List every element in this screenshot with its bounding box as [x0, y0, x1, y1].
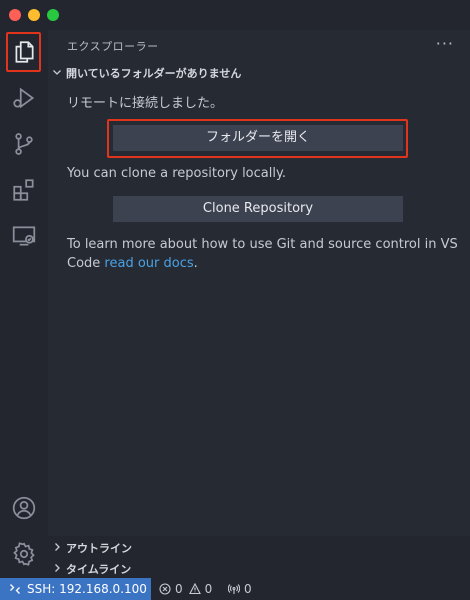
status-bar: SSH: 192.168.0.100 0 0 0 — [0, 578, 470, 600]
chevron-right-icon — [55, 543, 60, 551]
remote-indicator[interactable]: SSH: 192.168.0.100 — [0, 578, 151, 600]
problems-indicator[interactable]: 0 0 — [159, 582, 212, 596]
activity-extensions[interactable] — [0, 168, 48, 212]
remote-connection-icon — [10, 584, 20, 594]
clone-repository-button[interactable]: Clone Repository — [113, 196, 403, 222]
activity-bar — [0, 30, 48, 578]
learn-more-line-1: To learn more about how to use Git and s… — [67, 237, 458, 252]
chevron-right-icon — [55, 564, 60, 572]
account-icon — [12, 496, 36, 520]
remote-label: SSH: 192.168.0.100 — [27, 582, 147, 596]
remote-explorer-icon — [12, 226, 36, 246]
extensions-icon — [13, 179, 34, 201]
no-folder-section-header[interactable]: 開いているフォルダーがありません — [48, 62, 470, 82]
gear-icon — [13, 542, 35, 566]
activity-run-debug[interactable] — [0, 76, 48, 120]
clone-message: You can clone a repository locally. — [67, 166, 286, 181]
open-folder-button[interactable]: フォルダーを開く — [113, 125, 403, 151]
chevron-down-icon — [53, 70, 61, 75]
maximize-window-button[interactable] — [47, 9, 59, 21]
outline-section-header[interactable]: アウトライン — [48, 537, 470, 557]
sidebar-title: エクスプローラー — [67, 40, 159, 53]
timeline-section-header[interactable]: タイムライン — [48, 558, 470, 578]
run-debug-icon — [13, 87, 35, 109]
ports-broadcast-icon — [228, 584, 240, 594]
minimize-window-button[interactable] — [28, 9, 40, 21]
error-icon — [159, 583, 171, 595]
learn-more-suffix: . — [193, 256, 198, 271]
activity-manage[interactable] — [0, 532, 48, 576]
more-actions-icon[interactable]: ··· — [436, 34, 454, 53]
sidebar-header: エクスプローラー ··· — [48, 30, 470, 60]
read-our-docs-link[interactable]: read our docs — [104, 256, 193, 271]
activity-source-control[interactable] — [0, 122, 48, 166]
explorer-highlight-box — [6, 32, 41, 72]
no-folder-section-title: 開いているフォルダーがありません — [66, 67, 242, 80]
activity-accounts[interactable] — [0, 486, 48, 530]
warning-icon — [188, 583, 201, 595]
remote-connected-message: リモートに接続しました。 — [67, 96, 224, 111]
activity-remote-explorer[interactable] — [0, 214, 48, 258]
warning-count: 0 — [204, 582, 213, 596]
activity-explorer[interactable] — [0, 30, 48, 74]
learn-more-line-2: Code read our docs. — [67, 254, 198, 274]
ports-indicator[interactable]: 0 — [228, 582, 252, 596]
explorer-sidebar: エクスプローラー ··· 開いているフォルダーがありません リモートに接続しまし… — [48, 30, 470, 578]
error-count: 0 — [175, 582, 183, 596]
close-window-button[interactable] — [9, 9, 21, 21]
outline-section-title: アウトライン — [66, 542, 132, 555]
ports-count: 0 — [244, 582, 252, 596]
source-control-icon — [15, 133, 33, 155]
window-titlebar — [0, 0, 470, 30]
collapsed-sections: アウトライン タイムライン — [48, 536, 470, 578]
learn-more-prefix: Code — [67, 256, 105, 271]
timeline-section-title: タイムライン — [66, 563, 132, 576]
